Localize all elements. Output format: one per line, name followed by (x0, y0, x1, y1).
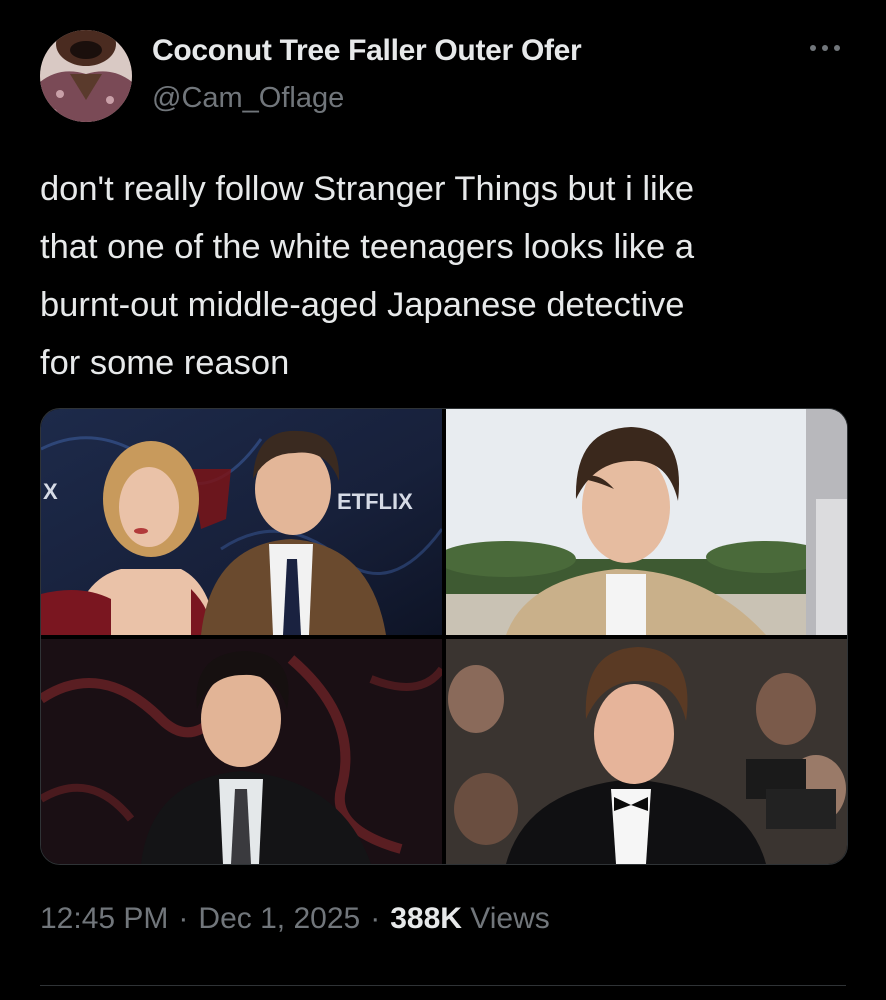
tweet-text: don't really follow Stranger Things but … (40, 170, 695, 382)
author-handle[interactable]: @Cam_Oflage (152, 82, 344, 115)
tweet-container: Coconut Tree Faller Outer Ofer @Cam_Ofla… (0, 0, 886, 1000)
meta-separator-2: · (370, 902, 381, 935)
avatar-photo-icon (40, 30, 132, 122)
media-photo-4[interactable] (446, 639, 847, 864)
netflix-backdrop-text: ETFLIX (337, 489, 413, 514)
tweet-meta: 12:45 PM · Dec 1, 2025 · 388K Views (40, 902, 550, 936)
more-options-button[interactable] (800, 28, 850, 68)
media-photo-1[interactable]: ETFLIX X (41, 409, 442, 635)
tweet-time[interactable]: 12:45 PM (40, 902, 168, 935)
tweet-date[interactable]: Dec 1, 2025 (198, 902, 360, 935)
author-avatar[interactable] (40, 30, 132, 122)
author-display-name[interactable]: Coconut Tree Faller Outer Ofer (152, 34, 582, 68)
media-grid: ETFLIX X (40, 408, 848, 865)
divider (40, 985, 846, 986)
media-photo-2[interactable] (446, 409, 847, 635)
backdrop-letter-text: X (43, 479, 58, 504)
views-count[interactable]: 388K (390, 902, 462, 935)
media-photo-3[interactable] (41, 639, 442, 864)
views-label[interactable]: Views (470, 902, 549, 935)
meta-separator: · (178, 902, 189, 935)
ellipsis-icon (810, 45, 840, 51)
